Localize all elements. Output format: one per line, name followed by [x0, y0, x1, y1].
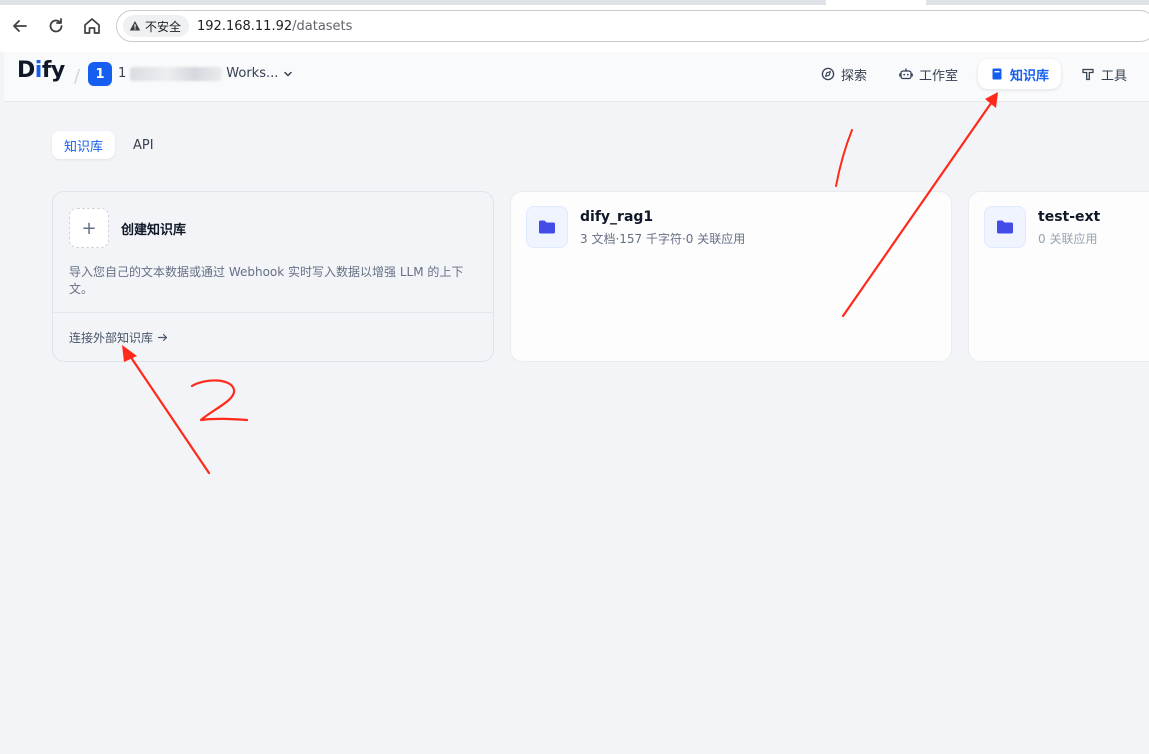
- nav-studio[interactable]: 工作室: [887, 59, 970, 89]
- folder-icon: [997, 220, 1013, 234]
- security-label: 不安全: [145, 19, 182, 34]
- logo-part: fy: [41, 58, 65, 83]
- dataset-card[interactable]: dify_rag1 3 文档·157 千字符·0 关联应用: [510, 191, 952, 362]
- robot-icon: [899, 68, 913, 80]
- compass-icon: [821, 67, 835, 81]
- nav-label: 知识库: [1009, 68, 1049, 84]
- dataset-meta: 3 文档·157 千字符·0 关联应用: [580, 232, 746, 246]
- back-button[interactable]: [8, 14, 32, 38]
- nav-tools[interactable]: 工具: [1069, 59, 1139, 89]
- browser-toolbar: 不安全 192.168.11.92/datasets: [0, 0, 1149, 52]
- dataset-card[interactable]: test-ext 0 关联应用: [968, 191, 1149, 362]
- create-knowledge-description: 导入您自己的文本数据或通过 Webhook 实时写入数据以增强 LLM 的上下文…: [69, 265, 464, 296]
- workspace-name-suffix: Works...: [226, 66, 279, 81]
- home-button[interactable]: [80, 14, 104, 38]
- nav-label: 工具: [1100, 68, 1127, 84]
- nav-knowledge[interactable]: 知识库: [977, 59, 1061, 89]
- logo-part: i: [34, 58, 43, 83]
- create-knowledge-card[interactable]: + 创建知识库 导入您自己的文本数据或通过 Webhook 实时写入数据以增强 …: [52, 191, 494, 362]
- dataset-icon-box: [526, 206, 568, 248]
- reload-button[interactable]: [44, 14, 68, 38]
- url-host: 192.168.11.92: [197, 18, 293, 34]
- url-path: /datasets: [292, 18, 353, 34]
- logo-part: D: [17, 58, 35, 83]
- chevron-down-icon: [284, 71, 293, 76]
- folder-icon: [539, 220, 555, 234]
- connect-external-label: 连接外部知识库: [69, 331, 154, 345]
- dataset-name: dify_rag1: [580, 209, 654, 225]
- breadcrumb-separator: /: [74, 66, 81, 87]
- tab-knowledge[interactable]: 知识库: [52, 131, 116, 159]
- knowledge-tabs: 知识库 API: [52, 131, 166, 159]
- dify-app: Dify / 1 1 Works... 探索 工作室 知识库 工具 知识库 AP…: [4, 52, 1149, 754]
- divider: [53, 312, 493, 313]
- arrow-left-icon: [13, 20, 27, 32]
- redacted-text: [130, 66, 223, 81]
- nav-label: 探索: [840, 68, 867, 84]
- create-knowledge-title: 创建知识库: [121, 222, 187, 238]
- address-bar[interactable]: 不安全 192.168.11.92/datasets: [116, 10, 1149, 42]
- connect-external-knowledge-link[interactable]: 连接外部知识库: [69, 329, 168, 346]
- workspace-avatar[interactable]: 1: [88, 62, 112, 86]
- tab-strip: [0, 0, 1149, 5]
- url-text[interactable]: 192.168.11.92/datasets: [197, 19, 352, 34]
- plus-icon: +: [69, 208, 109, 248]
- dataset-name: test-ext: [1038, 209, 1101, 225]
- reload-icon: [49, 18, 63, 33]
- workspace-name-prefix: 1: [118, 66, 127, 81]
- hammer-icon: [1082, 68, 1094, 81]
- warning-icon: [129, 21, 141, 31]
- book-icon: [992, 68, 1002, 80]
- arrow-right-icon: [157, 333, 168, 342]
- tab-api[interactable]: API: [121, 131, 166, 159]
- top-nav: 探索 工作室 知识库 工具: [801, 59, 1149, 89]
- nav-label: 工作室: [918, 68, 958, 84]
- dataset-icon-box: [984, 206, 1026, 248]
- dify-logo[interactable]: Dify: [17, 58, 65, 83]
- dataset-meta: 0 关联应用: [1038, 232, 1098, 246]
- workspace-selector[interactable]: 1 Works...: [118, 66, 294, 81]
- create-knowledge-header: + 创建知识库: [69, 208, 186, 248]
- security-chip[interactable]: 不安全: [123, 15, 190, 37]
- nav-explore[interactable]: 探索: [809, 59, 879, 89]
- home-icon: [84, 18, 100, 34]
- app-header: Dify / 1 1 Works... 探索 工作室 知识库 工具: [4, 52, 1149, 102]
